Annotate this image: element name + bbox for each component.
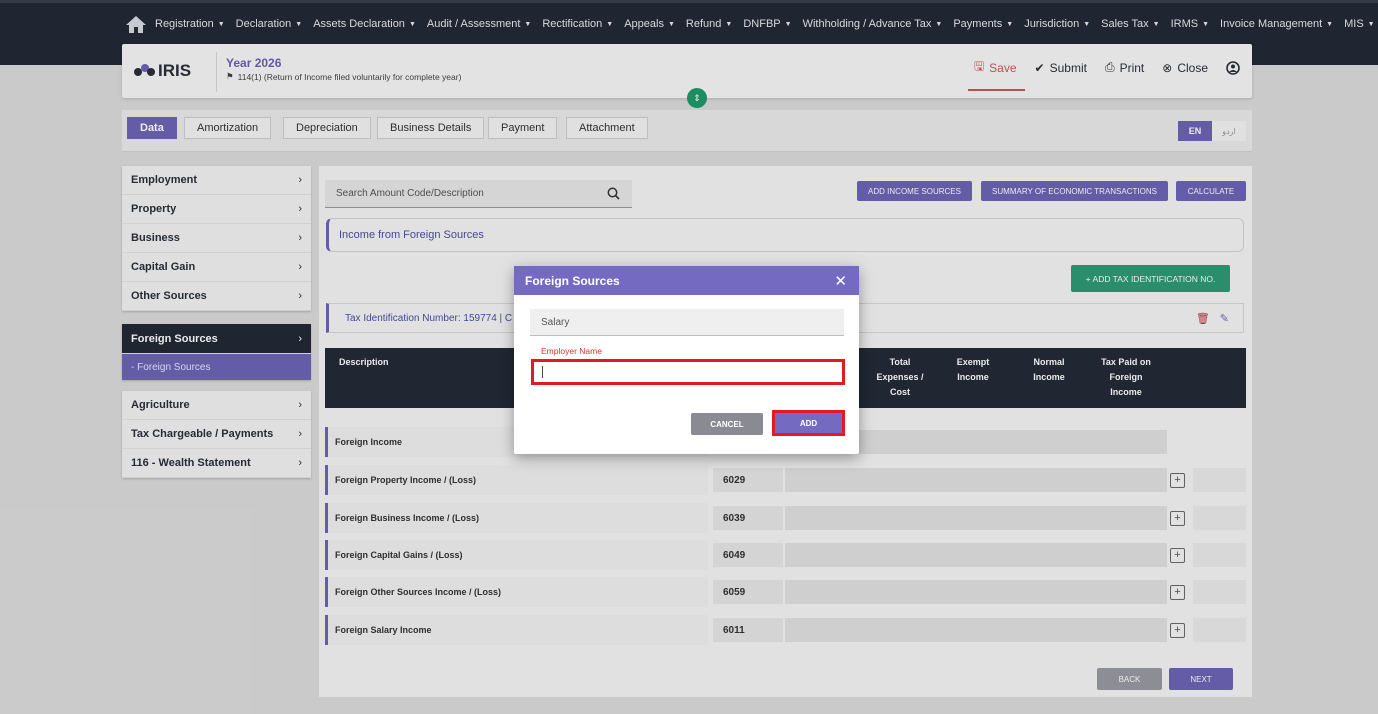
cancel-button[interactable]: CANCEL (691, 413, 763, 435)
employer-name-input[interactable] (531, 359, 845, 385)
add-button[interactable]: ADD (772, 410, 845, 436)
close-icon[interactable]: ✕ (834, 272, 847, 290)
text-cursor (542, 366, 543, 378)
source-type-field: Salary (530, 309, 844, 336)
dialog-title: Foreign Sources (525, 273, 620, 288)
employer-name-label: Employer Name (541, 346, 602, 356)
foreign-sources-dialog: Foreign Sources ✕ Salary Employer Name C… (514, 266, 859, 454)
dialog-header: Foreign Sources ✕ (514, 266, 859, 295)
